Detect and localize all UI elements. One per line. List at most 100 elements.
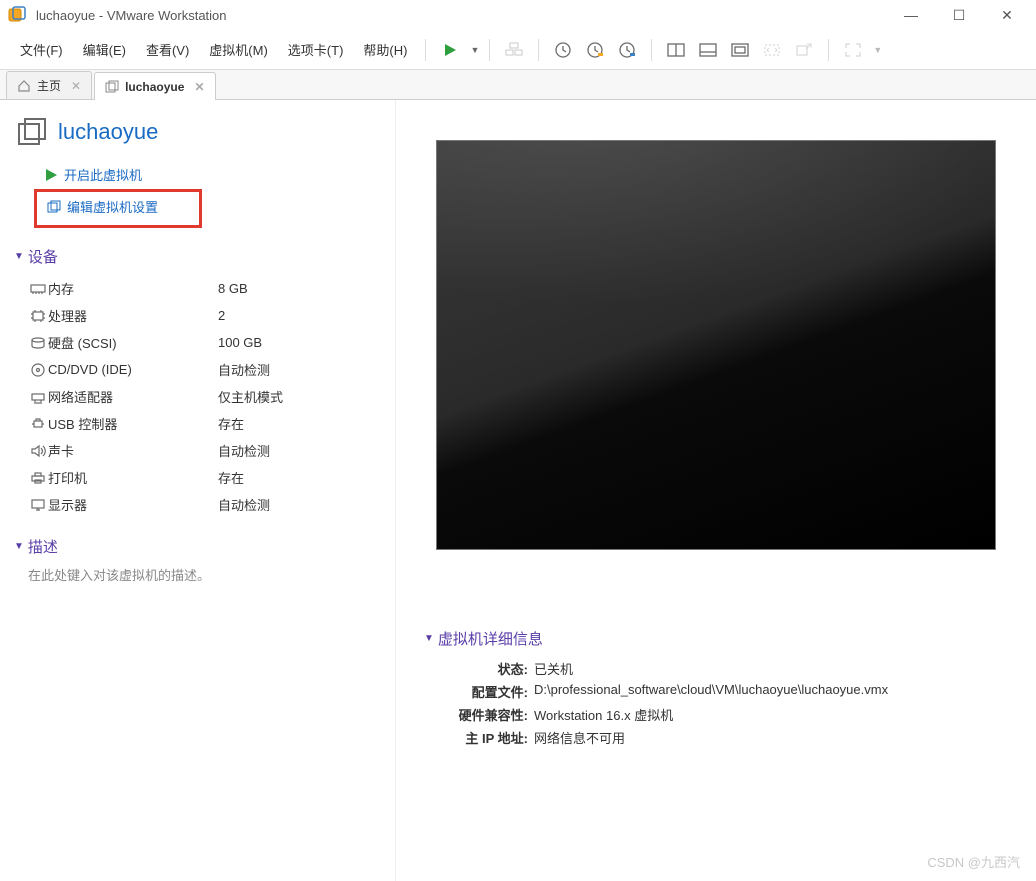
- tab-vm[interactable]: luchaoyue ✕: [94, 72, 215, 100]
- fullscreen-dropdown[interactable]: ▼: [873, 45, 882, 55]
- device-value: 存在: [218, 414, 244, 433]
- description-placeholder[interactable]: 在此处键入对该虚拟机的描述。: [28, 565, 381, 584]
- detail-value: D:\professional_software\cloud\VM\luchao…: [534, 682, 888, 701]
- vm-icon: [16, 116, 48, 148]
- detail-value: 网络信息不可用: [534, 728, 625, 747]
- printer-icon: [28, 470, 48, 486]
- caret-down-icon: ▼: [14, 541, 24, 552]
- view-unity-icon[interactable]: [694, 36, 722, 64]
- detail-value: Workstation 16.x 虚拟机: [534, 705, 673, 724]
- cpu-icon: [28, 308, 48, 324]
- menu-bar: 文件(F) 编辑(E) 查看(V) 虚拟机(M) 选项卡(T) 帮助(H) ▼ …: [0, 30, 1036, 70]
- device-value: 存在: [218, 468, 244, 487]
- device-name: 网络适配器: [48, 387, 218, 406]
- usb-icon: [28, 416, 48, 432]
- detail-ip: 主 IP 地址: 网络信息不可用: [438, 726, 1018, 749]
- device-list: 内存8 GB处理器2硬盘 (SCSI)100 GBCD/DVD (IDE)自动检…: [28, 275, 381, 518]
- power-on-button[interactable]: [436, 36, 464, 64]
- device-row-net[interactable]: 网络适配器仅主机模式: [28, 383, 381, 410]
- separator: [489, 39, 490, 61]
- device-name: 内存: [48, 279, 218, 298]
- power-on-link[interactable]: 开启此虚拟机: [44, 162, 381, 187]
- detail-value: 已关机: [534, 659, 573, 678]
- device-row-display[interactable]: 显示器自动检测: [28, 491, 381, 518]
- net-icon: [28, 389, 48, 405]
- caret-down-icon: ▼: [424, 633, 434, 644]
- device-row-cd[interactable]: CD/DVD (IDE)自动检测: [28, 356, 381, 383]
- tab-strip: 主页 ✕ luchaoyue ✕: [0, 70, 1036, 100]
- tab-vm-label: luchaoyue: [125, 80, 184, 94]
- popout-icon[interactable]: [790, 36, 818, 64]
- title-bar: luchaoyue - VMware Workstation ― ☐ ✕: [0, 0, 1036, 30]
- tab-close-icon[interactable]: ✕: [194, 80, 204, 94]
- highlight-annotation: 编辑虚拟机设置: [34, 189, 202, 228]
- separator: [538, 39, 539, 61]
- power-dropdown[interactable]: ▼: [470, 45, 479, 55]
- app-icon: [8, 6, 26, 24]
- separator: [425, 39, 426, 61]
- maximize-button[interactable]: ☐: [944, 7, 974, 24]
- snapshot-manage-icon[interactable]: [613, 36, 641, 64]
- cd-icon: [28, 362, 48, 378]
- menu-view[interactable]: 查看(V): [138, 36, 197, 63]
- device-value: 100 GB: [218, 335, 262, 350]
- minimize-button[interactable]: ―: [896, 7, 926, 24]
- details-header[interactable]: ▼ 虚拟机详细信息: [424, 628, 1018, 649]
- tab-home-label: 主页: [37, 77, 61, 94]
- memory-icon: [28, 281, 48, 297]
- device-value: 自动检测: [218, 441, 270, 460]
- device-value: 8 GB: [218, 281, 248, 296]
- menu-vm[interactable]: 虚拟机(M): [201, 36, 276, 63]
- detail-key: 主 IP 地址:: [438, 728, 528, 747]
- details-title: 虚拟机详细信息: [438, 628, 543, 649]
- tab-home[interactable]: 主页 ✕: [6, 71, 92, 99]
- close-button[interactable]: ✕: [992, 7, 1022, 24]
- vm-screen-preview: [436, 140, 996, 550]
- detail-state: 状态: 已关机: [438, 657, 1018, 680]
- edit-settings-label: 编辑虚拟机设置: [67, 197, 158, 216]
- vm-summary-pane: luchaoyue 开启此虚拟机 编辑虚拟机设置 ▼ 设备 内存8 GB处理器2…: [0, 100, 395, 881]
- fullscreen-enter-icon[interactable]: [839, 36, 867, 64]
- device-value: 仅主机模式: [218, 387, 283, 406]
- view-fullscreen-icon[interactable]: [726, 36, 754, 64]
- device-name: CD/DVD (IDE): [48, 362, 218, 377]
- detail-config: 配置文件: D:\professional_software\cloud\VM\…: [438, 680, 1018, 703]
- device-row-sound[interactable]: 声卡自动检测: [28, 437, 381, 464]
- detail-compat: 硬件兼容性: Workstation 16.x 虚拟机: [438, 703, 1018, 726]
- view-console-icon[interactable]: [662, 36, 690, 64]
- send-ctrl-alt-del-icon[interactable]: [500, 36, 528, 64]
- stretch-icon[interactable]: [758, 36, 786, 64]
- snapshot-icon[interactable]: [549, 36, 577, 64]
- menu-file[interactable]: 文件(F): [12, 36, 71, 63]
- watermark: CSDN @九西汽: [927, 852, 1020, 871]
- sound-icon: [28, 443, 48, 459]
- device-value: 自动检测: [218, 495, 270, 514]
- device-row-cpu[interactable]: 处理器2: [28, 302, 381, 329]
- menu-tabs[interactable]: 选项卡(T): [280, 36, 352, 63]
- vm-preview-pane: ▼ 虚拟机详细信息 状态: 已关机 配置文件: D:\professional_…: [395, 100, 1036, 881]
- menu-help[interactable]: 帮助(H): [355, 36, 415, 63]
- power-on-label: 开启此虚拟机: [64, 165, 142, 184]
- detail-key: 配置文件:: [438, 682, 528, 701]
- device-name: 硬盘 (SCSI): [48, 333, 218, 352]
- tab-close-icon[interactable]: ✕: [71, 79, 81, 93]
- window-title: luchaoyue - VMware Workstation: [36, 8, 896, 23]
- edit-settings-link[interactable]: 编辑虚拟机设置: [47, 194, 189, 219]
- device-row-hdd[interactable]: 硬盘 (SCSI)100 GB: [28, 329, 381, 356]
- device-name: USB 控制器: [48, 414, 218, 433]
- caret-down-icon: ▼: [14, 251, 24, 262]
- menu-edit[interactable]: 编辑(E): [75, 36, 134, 63]
- device-row-printer[interactable]: 打印机存在: [28, 464, 381, 491]
- device-value: 自动检测: [218, 360, 270, 379]
- home-icon: [17, 79, 31, 93]
- main-area: luchaoyue 开启此虚拟机 编辑虚拟机设置 ▼ 设备 内存8 GB处理器2…: [0, 100, 1036, 881]
- description-header[interactable]: ▼ 描述: [14, 536, 381, 557]
- devices-header[interactable]: ▼ 设备: [14, 246, 381, 267]
- device-name: 声卡: [48, 441, 218, 460]
- device-row-usb[interactable]: USB 控制器存在: [28, 410, 381, 437]
- snapshot-revert-icon[interactable]: [581, 36, 609, 64]
- device-name: 处理器: [48, 306, 218, 325]
- device-name: 打印机: [48, 468, 218, 487]
- device-row-memory[interactable]: 内存8 GB: [28, 275, 381, 302]
- vm-tab-icon: [105, 80, 119, 94]
